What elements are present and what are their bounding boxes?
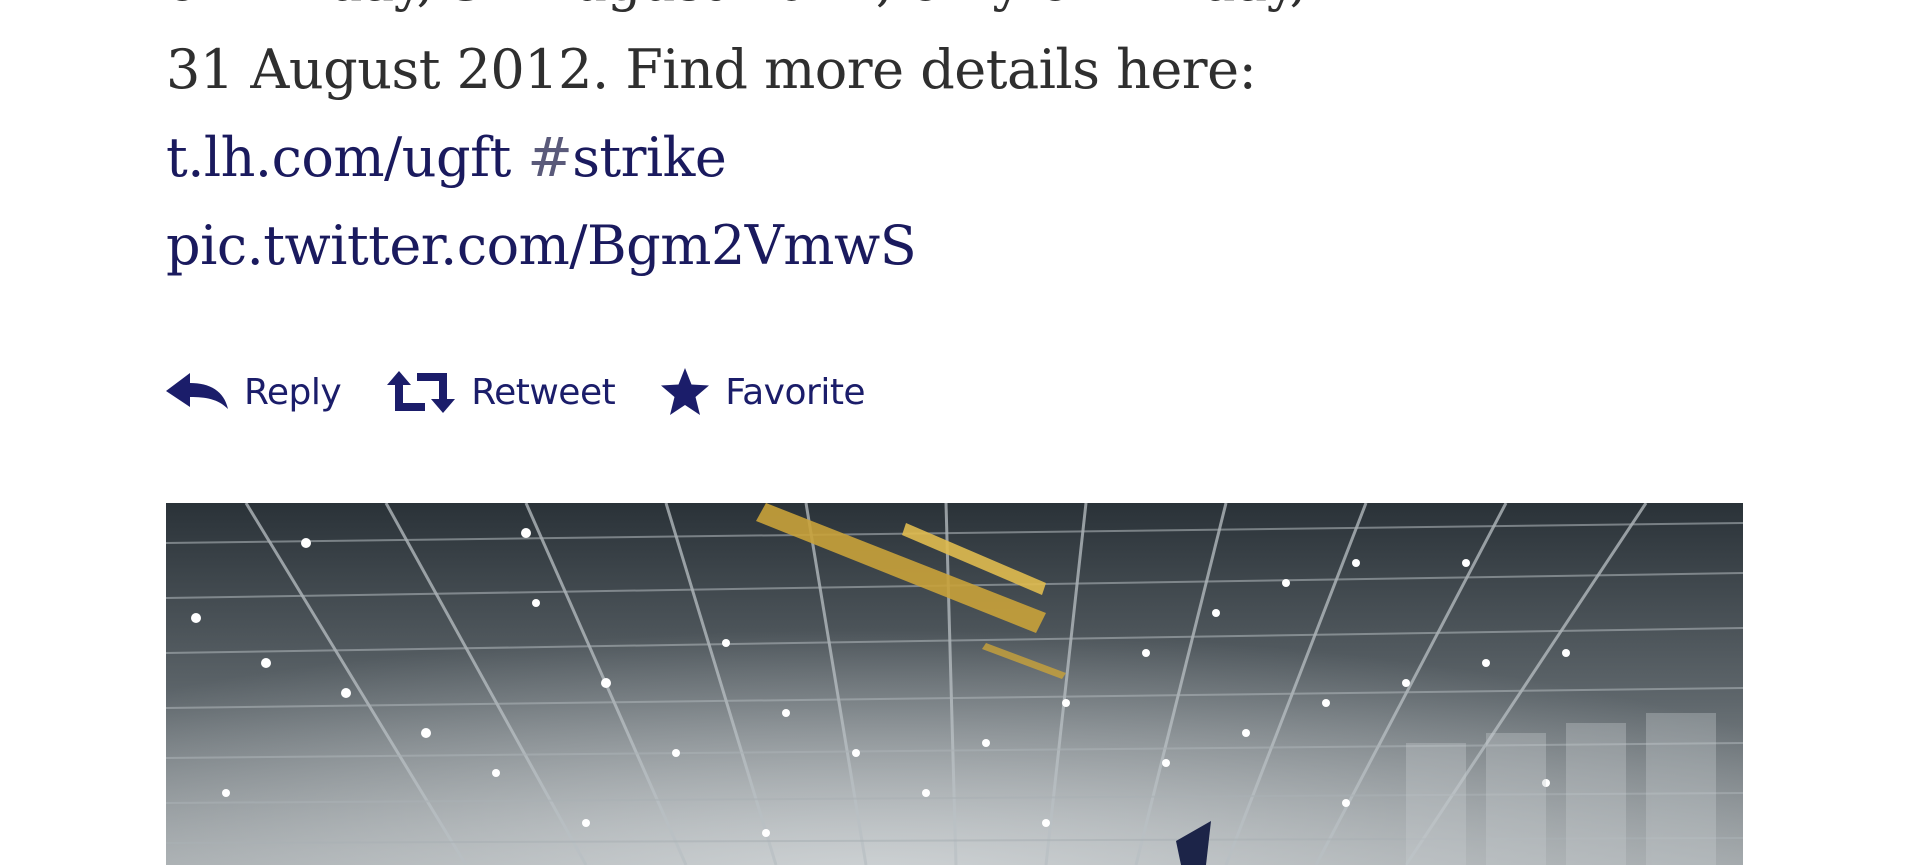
- tweet-actions: Reply Retweet Favorite: [166, 362, 909, 422]
- tweet-text-cut-line: on Friday, 31 August 2012, only on Frida…: [166, 0, 1726, 26]
- tweet-page: on Friday, 31 August 2012, only on Frida…: [0, 0, 1920, 865]
- pic-link[interactable]: pic.twitter.com/Bgm2VmwS: [166, 214, 917, 277]
- tweet-text: on Friday, 31 August 2012, only on Frida…: [166, 0, 1726, 290]
- retweet-icon: [385, 369, 457, 415]
- tweet-text-line-1: 31 August 2012. Find more details here:: [166, 38, 1257, 101]
- favorite-label: Favorite: [725, 371, 866, 413]
- retweet-button[interactable]: Retweet: [385, 369, 616, 415]
- tweet-text-line-3: pic.twitter.com/Bgm2VmwS: [166, 202, 1726, 290]
- favorite-button[interactable]: Favorite: [659, 367, 866, 417]
- star-icon: [659, 367, 711, 417]
- tweet-text-line-2: t.lh.com/ugft #strike: [166, 114, 1726, 202]
- hashtag-symbol: #: [527, 126, 573, 189]
- reply-arrow-icon: [166, 369, 230, 415]
- hangar-photo[interactable]: [166, 503, 1743, 865]
- tweet-link[interactable]: t.lh.com/ugft: [166, 126, 511, 189]
- hashtag-word: strike: [572, 126, 727, 189]
- hashtag-strike[interactable]: #strike: [527, 126, 726, 189]
- reply-button[interactable]: Reply: [166, 369, 342, 415]
- reply-label: Reply: [244, 371, 342, 413]
- retweet-label: Retweet: [471, 371, 616, 413]
- hangar-photo-graphic: [166, 503, 1743, 865]
